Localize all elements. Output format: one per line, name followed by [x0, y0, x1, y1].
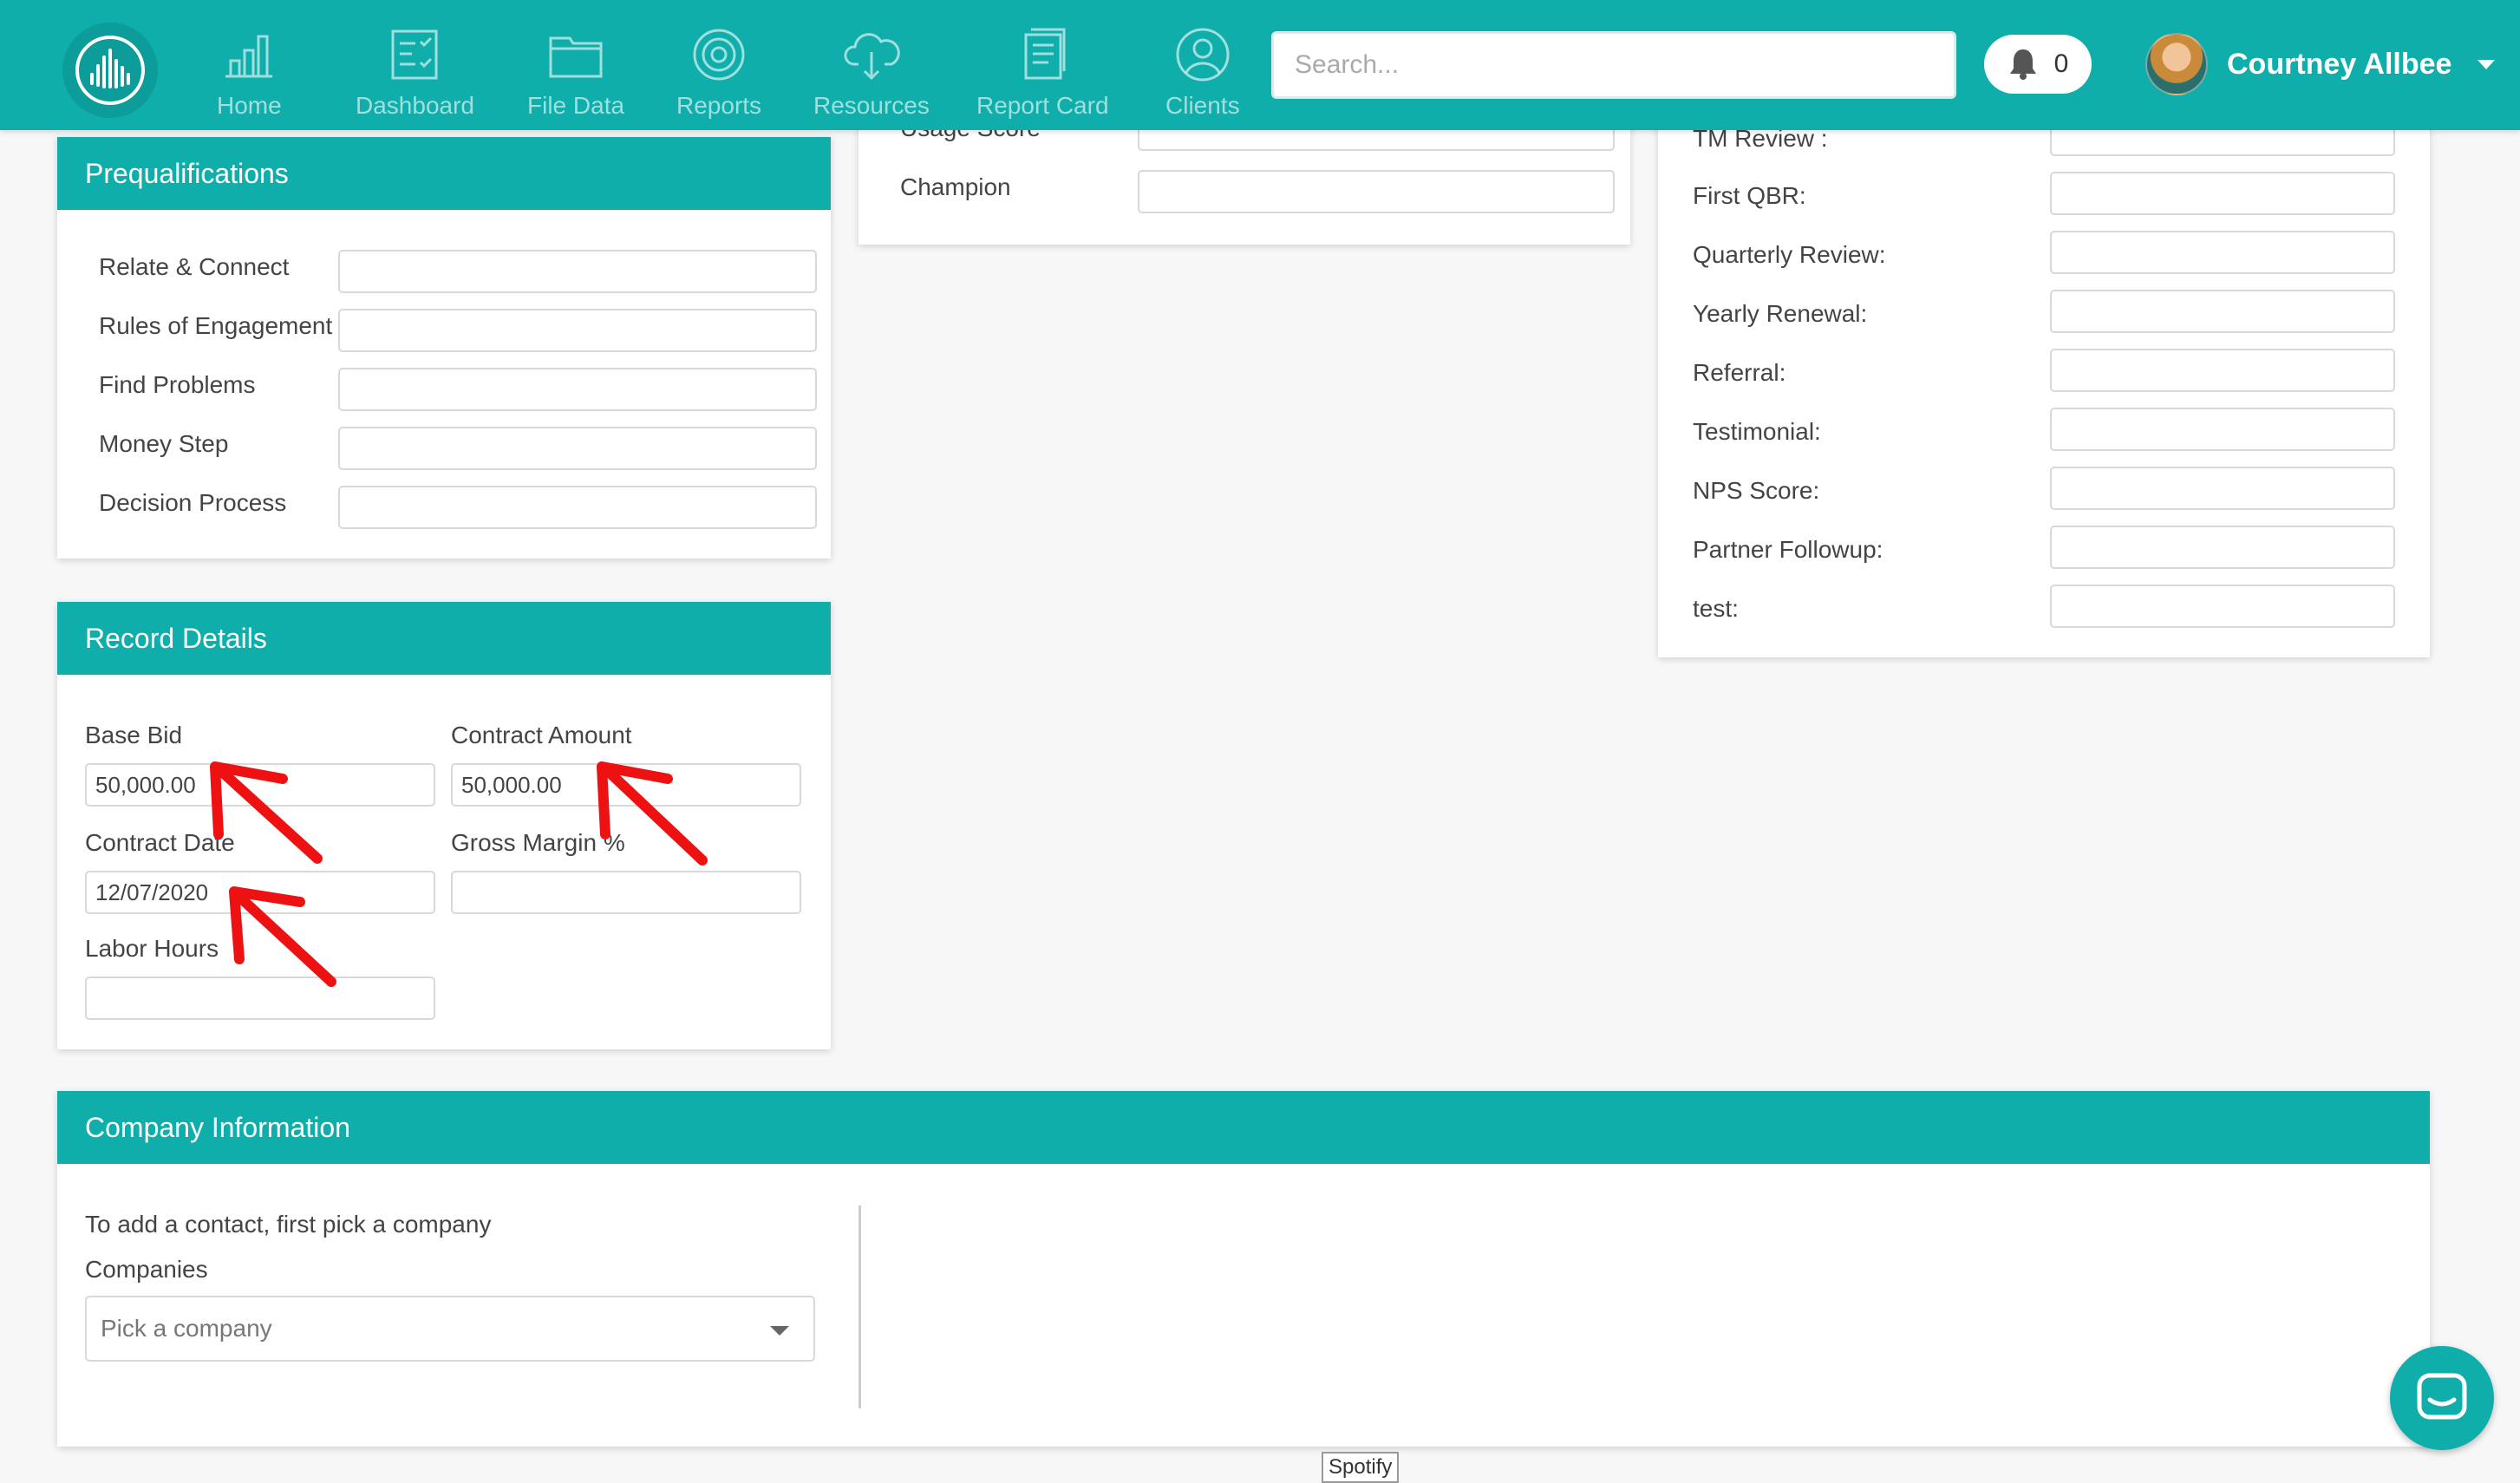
nav-resources[interactable]: Resources	[813, 26, 930, 123]
chat-icon	[2417, 1373, 2467, 1420]
dropdown-arrow-icon	[770, 1326, 789, 1336]
field-label: Referral:	[1693, 359, 1786, 386]
avatar	[2145, 33, 2208, 95]
nav-clients[interactable]: Clients	[1165, 26, 1240, 123]
find-problems-input[interactable]	[338, 368, 817, 411]
spotify-tag: Spotify	[1322, 1452, 1400, 1483]
checklist-icon	[391, 29, 438, 80]
field-label: Find Problems	[99, 371, 256, 398]
nav-home-label: Home	[217, 92, 282, 119]
testimonial-input[interactable]	[2050, 408, 2395, 451]
company-hint: To add a contact, first pick a company	[85, 1211, 492, 1238]
partner-followup-input[interactable]	[2050, 526, 2395, 569]
column-divider	[858, 1205, 861, 1408]
field-label: NPS Score:	[1693, 477, 1820, 504]
referral-input[interactable]	[2050, 349, 2395, 392]
annotation-arrow-base-bid	[210, 761, 323, 864]
nav-report-card-label: Report Card	[976, 92, 1109, 119]
decision-process-input[interactable]	[338, 486, 817, 529]
chevron-down-icon	[2478, 59, 2496, 69]
user-circle-icon	[1176, 28, 1230, 82]
field-label: Yearly Renewal:	[1693, 300, 1868, 327]
contract-amount-label: Contract Amount	[451, 722, 632, 748]
field-label: Money Step	[99, 430, 229, 457]
rules-engagement-input[interactable]	[338, 309, 817, 352]
nav-report-card[interactable]: Report Card	[976, 26, 1109, 123]
search-input[interactable]	[1271, 31, 1956, 99]
document-icon	[1024, 28, 1066, 80]
quarterly-review-input[interactable]	[2050, 231, 2395, 274]
review-card: TM Review : First QBR: Quarterly Review:…	[1658, 95, 2430, 657]
nav-home[interactable]: Home	[217, 26, 282, 123]
relate-connect-input[interactable]	[338, 250, 817, 293]
nav-resources-label: Resources	[813, 92, 930, 119]
nps-score-input[interactable]	[2050, 467, 2395, 510]
money-step-input[interactable]	[338, 427, 817, 470]
field-label: test:	[1693, 595, 1739, 622]
nav-file-data-label: File Data	[527, 92, 625, 119]
card-title: Prequalifications	[57, 137, 831, 210]
yearly-renewal-input[interactable]	[2050, 290, 2395, 333]
field-label: Relate & Connect	[99, 253, 290, 280]
folder-icon	[549, 36, 603, 78]
nav-file-data[interactable]: File Data	[527, 26, 624, 123]
nav-dashboard[interactable]: Dashboard	[356, 26, 474, 123]
field-label: Rules of Engagement	[99, 312, 333, 339]
notifications-button[interactable]: 0	[1984, 35, 2092, 94]
prequalifications-card: Prequalifications Relate & Connect Rules…	[57, 137, 831, 559]
nav-reports-label: Reports	[676, 92, 762, 119]
champion-label: Champion	[900, 173, 1011, 200]
app-logo[interactable]	[62, 23, 158, 118]
base-bid-label: Base Bid	[85, 722, 183, 748]
field-label: First QBR:	[1693, 182, 1806, 209]
company-select-placeholder: Pick a company	[101, 1315, 272, 1342]
field-label: Decision Process	[99, 489, 287, 516]
nav-reports[interactable]: Reports	[676, 26, 761, 123]
nav-clients-label: Clients	[1165, 92, 1240, 119]
gross-margin-input[interactable]	[451, 871, 801, 914]
card-title: Company Information	[57, 1091, 2430, 1164]
notification-count: 0	[2053, 49, 2069, 78]
field-label: Testimonial:	[1693, 418, 1821, 445]
field-label: Quarterly Review:	[1693, 241, 1886, 268]
first-qbr-input[interactable]	[2050, 172, 2395, 215]
top-navbar: Home Dashboard File Data Reports Resourc…	[0, 0, 2520, 130]
annotation-arrow-contract-amount	[597, 761, 708, 866]
labor-hours-label: Labor Hours	[85, 935, 219, 962]
companies-label: Companies	[85, 1256, 208, 1283]
bell-icon	[2009, 49, 2036, 80]
card-title: Record Details	[57, 602, 831, 675]
field-label: Partner Followup:	[1693, 536, 1883, 563]
target-icon	[693, 29, 745, 81]
bar-chart-icon	[225, 35, 273, 78]
test-input[interactable]	[2050, 585, 2395, 628]
company-select[interactable]: Pick a company	[85, 1296, 815, 1362]
user-name: Courtney Allbee	[2227, 47, 2452, 81]
cloud-download-icon	[844, 33, 900, 81]
company-information-card: Company Information To add a contact, fi…	[57, 1091, 2430, 1447]
logo-waveform-icon	[75, 36, 145, 105]
nav-dashboard-label: Dashboard	[356, 92, 474, 119]
champion-input[interactable]	[1138, 170, 1615, 213]
chat-launcher-button[interactable]	[2390, 1346, 2494, 1450]
user-menu[interactable]: Courtney Allbee	[2145, 31, 2496, 97]
annotation-arrow-contract-date	[229, 886, 336, 987]
